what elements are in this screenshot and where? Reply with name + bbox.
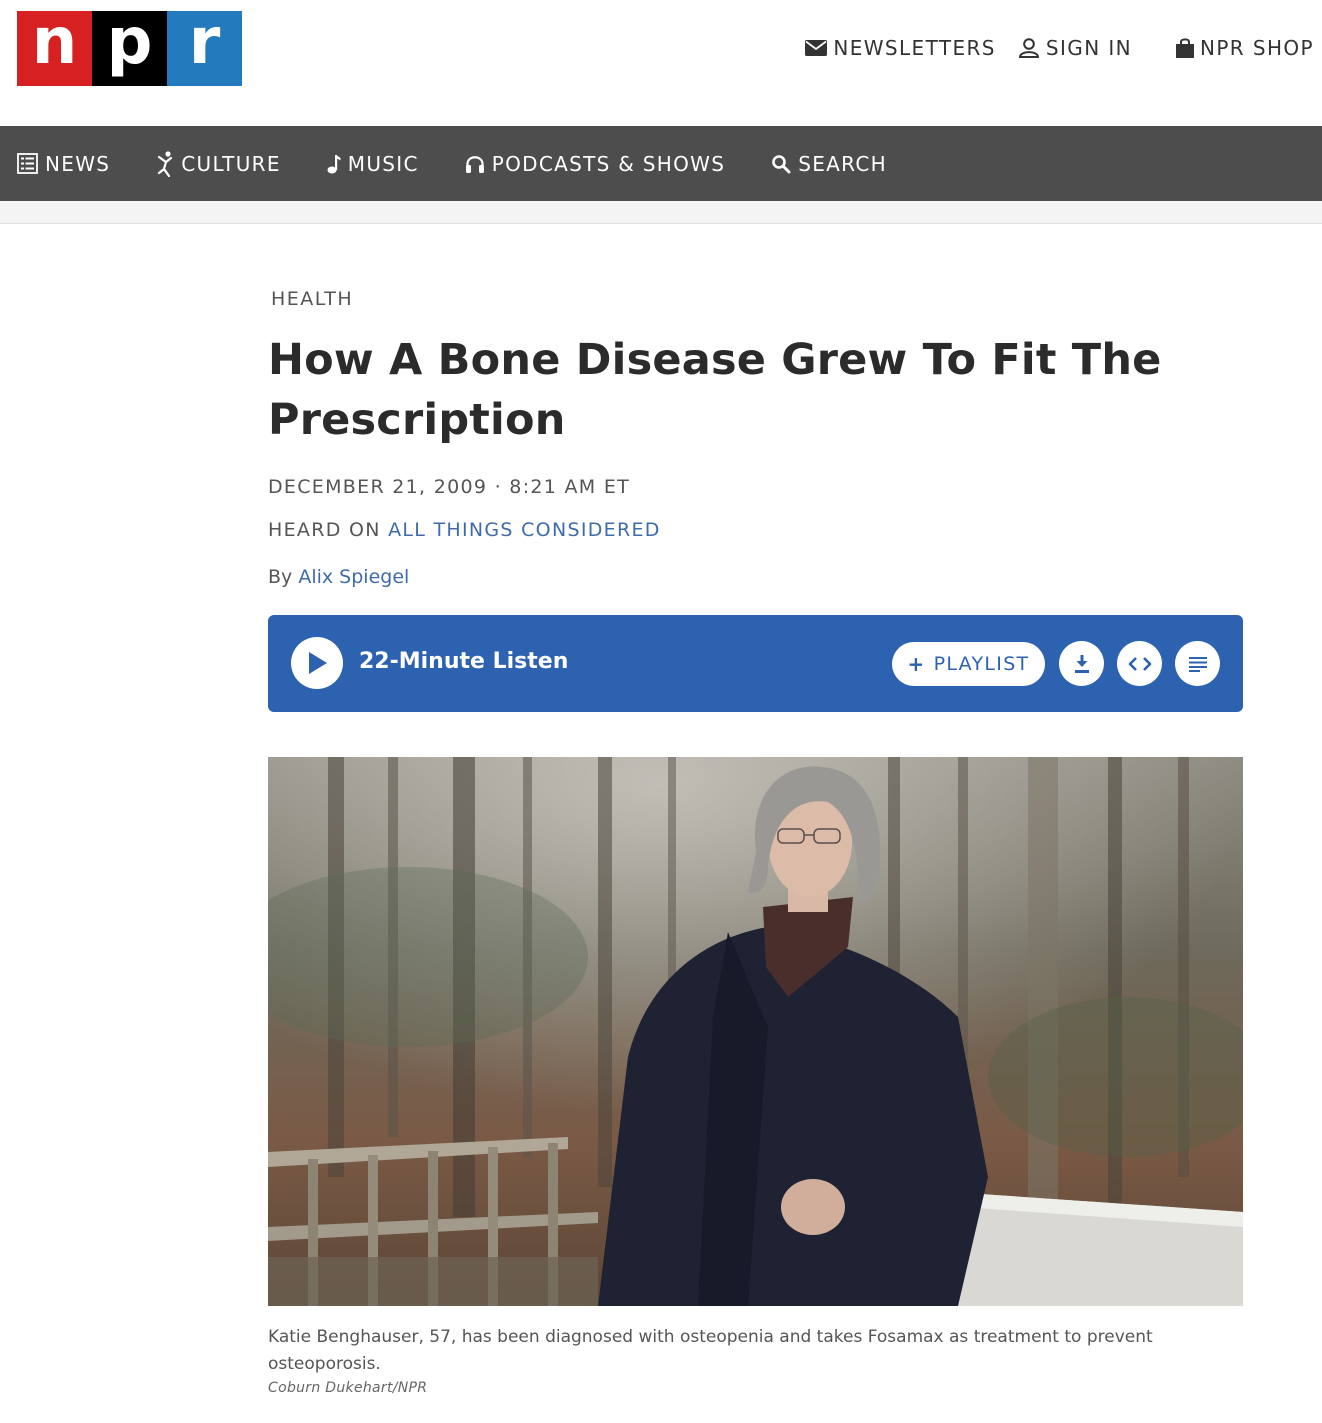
play-icon bbox=[309, 652, 327, 674]
program-link[interactable]: ALL THINGS CONSIDERED bbox=[388, 519, 661, 541]
transcript-icon bbox=[1188, 656, 1207, 672]
culture-icon bbox=[158, 150, 173, 177]
newsletters-link[interactable]: NEWSLETTERS bbox=[805, 36, 996, 60]
nav-label-search: SEARCH bbox=[798, 151, 887, 176]
sign-in-link[interactable]: SIGN IN bbox=[1018, 36, 1132, 60]
logo-letter-n: n bbox=[17, 10, 92, 86]
main-nav: NEWS CULTURE MUSIC PODCASTS & SHOWS SEAR… bbox=[0, 126, 1322, 201]
add-to-playlist-button[interactable]: + PLAYLIST bbox=[892, 642, 1045, 686]
site-header: n p r NEWSLETTERS SIGN IN NPR SHOP bbox=[0, 0, 1322, 126]
nav-item-search[interactable]: SEARCH bbox=[771, 152, 887, 176]
npr-shop-label: NPR SHOP bbox=[1199, 36, 1314, 60]
music-note-icon bbox=[327, 154, 341, 173]
embed-code-icon bbox=[1128, 656, 1151, 671]
nav-subbar bbox=[0, 201, 1322, 224]
heard-on: HEARD ON ALL THINGS CONSIDERED bbox=[268, 519, 661, 541]
logo-letter-r: r bbox=[167, 10, 242, 86]
heard-on-prefix: HEARD ON bbox=[268, 519, 389, 541]
play-button[interactable] bbox=[291, 637, 343, 689]
photo-woman-on-bridge bbox=[268, 757, 1243, 1306]
npr-logo[interactable]: n p r bbox=[17, 10, 242, 86]
utility-nav: NEWSLETTERS SIGN IN NPR SHOP bbox=[805, 36, 1314, 60]
playlist-label: PLAYLIST bbox=[933, 653, 1030, 675]
photo-credit: Coburn Dukehart/NPR bbox=[268, 1380, 428, 1396]
download-icon bbox=[1074, 654, 1089, 673]
headphones-icon bbox=[465, 155, 484, 173]
page-title: How A Bone Disease Grew To Fit The Presc… bbox=[268, 335, 1162, 445]
byline: By Alix Spiegel bbox=[268, 566, 409, 588]
nav-item-music[interactable]: MUSIC bbox=[327, 152, 419, 176]
nav-label-culture: CULTURE bbox=[181, 151, 281, 176]
search-icon bbox=[772, 154, 791, 173]
nav-label-news: NEWS bbox=[45, 151, 111, 176]
news-icon bbox=[17, 153, 38, 174]
lead-photo[interactable] bbox=[268, 757, 1243, 1306]
author-link[interactable]: Alix Spiegel bbox=[298, 566, 409, 588]
envelope-icon bbox=[805, 40, 828, 56]
dateline: DECEMBER 21, 2009 · 8:21 AM ET bbox=[268, 476, 631, 498]
photo-caption: Katie Benghauser, 57, has been diagnosed… bbox=[268, 1327, 1153, 1374]
download-button[interactable] bbox=[1059, 641, 1104, 686]
npr-shop-link[interactable]: NPR SHOP bbox=[1175, 36, 1314, 60]
transcript-button[interactable] bbox=[1175, 641, 1220, 686]
shopping-bag-icon bbox=[1175, 38, 1194, 58]
newsletters-label: NEWSLETTERS bbox=[833, 36, 996, 60]
audio-player: 22-Minute Listen + PLAYLIST bbox=[268, 615, 1243, 712]
byline-prefix: By bbox=[268, 566, 299, 588]
section-slug[interactable]: HEALTH bbox=[271, 288, 353, 310]
nav-item-podcasts-shows[interactable]: PODCASTS & SHOWS bbox=[465, 152, 726, 176]
plus-icon: + bbox=[907, 652, 926, 676]
logo-letter-p: p bbox=[92, 10, 167, 86]
user-icon bbox=[1018, 38, 1039, 58]
embed-button[interactable] bbox=[1117, 641, 1162, 686]
listen-duration: 22-Minute Listen bbox=[359, 649, 569, 674]
nav-label-music: MUSIC bbox=[347, 151, 419, 176]
nav-item-news[interactable]: NEWS bbox=[17, 152, 110, 176]
nav-label-podcasts-shows: PODCASTS & SHOWS bbox=[491, 151, 726, 176]
nav-item-culture[interactable]: CULTURE bbox=[156, 150, 281, 177]
sign-in-label: SIGN IN bbox=[1045, 36, 1132, 60]
